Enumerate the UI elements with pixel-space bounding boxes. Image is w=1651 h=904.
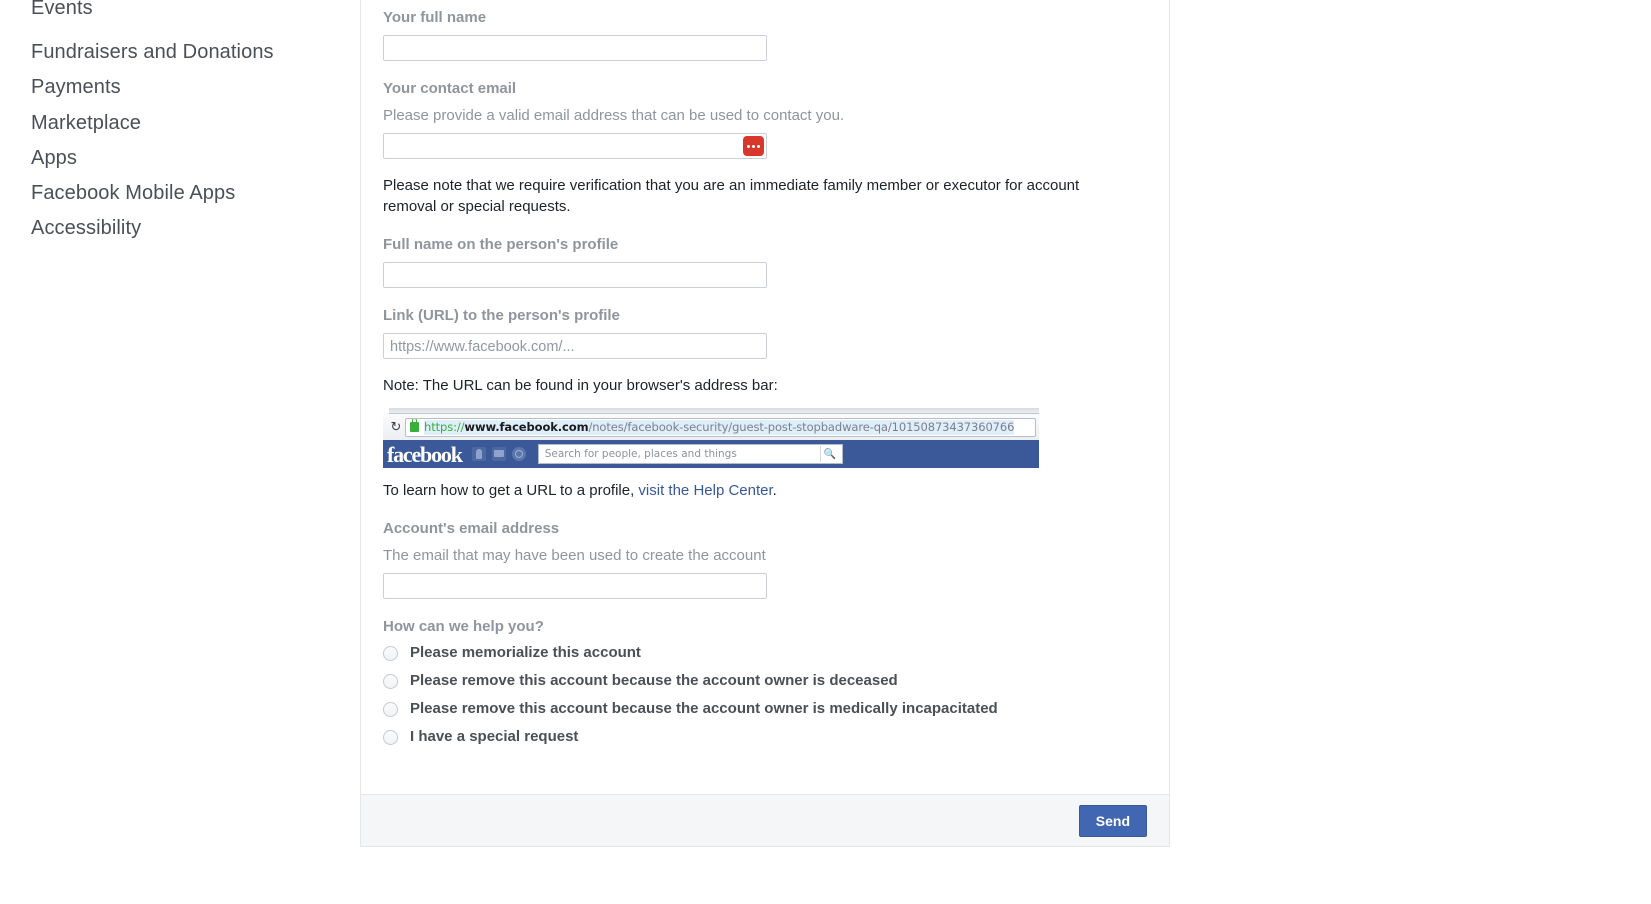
sidebar-item-fundraisers-and-donations[interactable]: Fundraisers and Donations: [31, 35, 328, 70]
browser-address-bar-example-image: ↻ https://www.facebook.com/notes/faceboo…: [383, 408, 1039, 468]
help-center-line: To learn how to get a URL to a profile, …: [383, 480, 1113, 501]
account-email-input[interactable]: [383, 573, 767, 599]
url-path: /notes/facebook-security/guest-post-stop…: [588, 419, 1015, 434]
facebook-search-placeholder: Search for people, places and things: [544, 448, 737, 460]
radio-option-label: Please remove this account because the a…: [410, 672, 898, 689]
sidebar-item-events[interactable]: Events: [31, 0, 328, 26]
facebook-search-box: Search for people, places and things 🔍: [537, 444, 843, 464]
account-email-label: Account's email address: [383, 520, 560, 537]
sidebar-nav: Events Fundraisers and Donations Payment…: [0, 0, 328, 246]
browser-url-text: https://www.facebook.com/notes/facebook-…: [424, 419, 1015, 435]
sidebar-item-facebook-mobile-apps[interactable]: Facebook Mobile Apps: [31, 176, 328, 211]
radio-option-label: I have a special request: [410, 728, 579, 745]
help-question-label: How can we help you?: [383, 618, 544, 635]
radio-option-label: Please remove this account because the a…: [410, 700, 998, 717]
reload-icon: ↻: [390, 419, 402, 435]
radio-option-memorialize[interactable]: Please memorialize this account: [383, 644, 1147, 662]
facebook-logo: facebook: [387, 442, 463, 467]
verification-note: Please note that we require verification…: [383, 177, 1080, 215]
help-center-text-before: To learn how to get a URL to a profile,: [383, 482, 639, 499]
help-question-radio-group: Please memorialize this account Please r…: [383, 644, 1147, 746]
url-scheme: https://: [424, 419, 465, 434]
sidebar-item-apps[interactable]: Apps: [31, 141, 328, 176]
facebook-navbar: facebook Search for people, places and t…: [383, 440, 1039, 468]
url-host: www.facebook.com: [464, 419, 589, 434]
messages-icon: [491, 447, 506, 461]
notifications-icon: [511, 447, 526, 461]
full-name-label: Your full name: [383, 9, 487, 26]
contact-form-card: Your full name Your contact email Please…: [360, 0, 1170, 847]
facebook-nav-icons: [471, 447, 526, 461]
radio-button-icon[interactable]: [383, 729, 398, 745]
full-name-input[interactable]: [383, 35, 767, 61]
account-email-sublabel: The email that may have been used to cre…: [383, 547, 766, 564]
search-icon: 🔍: [819, 446, 839, 462]
send-button[interactable]: Send: [1078, 804, 1147, 837]
profile-full-name-label: Full name on the person's profile: [383, 236, 619, 253]
friend-requests-icon: [471, 447, 486, 461]
radio-option-label: Please memorialize this account: [410, 644, 641, 661]
contact-email-sublabel: Please provide a valid email address tha…: [383, 107, 845, 124]
url-location-note: Note: The URL can be found in your brows…: [383, 377, 778, 394]
contact-email-label: Your contact email: [383, 80, 517, 97]
help-center-contact-form-page: Events Fundraisers and Donations Payment…: [0, 0, 1651, 904]
radio-option-remove-incapacitated[interactable]: Please remove this account because the a…: [383, 700, 1147, 718]
browser-omnibox: https://www.facebook.com/notes/facebook-…: [405, 417, 1036, 437]
sidebar-item-accessibility[interactable]: Accessibility: [31, 211, 328, 246]
help-center-link[interactable]: visit the Help Center: [638, 482, 772, 499]
ellipsis-badge-icon[interactable]: [743, 136, 764, 156]
sidebar-item-marketplace[interactable]: Marketplace: [31, 106, 328, 141]
contact-email-input-wrap: [383, 133, 767, 159]
profile-url-input[interactable]: [383, 333, 767, 359]
radio-button-icon[interactable]: [383, 645, 398, 661]
padlock-icon: [410, 418, 419, 432]
profile-full-name-input[interactable]: [383, 262, 767, 288]
radio-option-remove-deceased[interactable]: Please remove this account because the a…: [383, 672, 1147, 690]
browser-url-bar: ↻ https://www.facebook.com/notes/faceboo…: [383, 414, 1039, 440]
radio-button-icon[interactable]: [383, 701, 398, 717]
radio-option-special-request[interactable]: I have a special request: [383, 728, 1147, 746]
help-center-text-after: .: [772, 482, 777, 499]
radio-button-icon[interactable]: [383, 673, 398, 689]
profile-url-label: Link (URL) to the person's profile: [383, 307, 620, 324]
contact-email-input[interactable]: [383, 133, 767, 159]
sidebar-item-payments[interactable]: Payments: [31, 70, 328, 105]
contact-form-footer: Send: [361, 794, 1169, 846]
contact-form-body: Your full name Your contact email Please…: [361, 0, 1169, 794]
